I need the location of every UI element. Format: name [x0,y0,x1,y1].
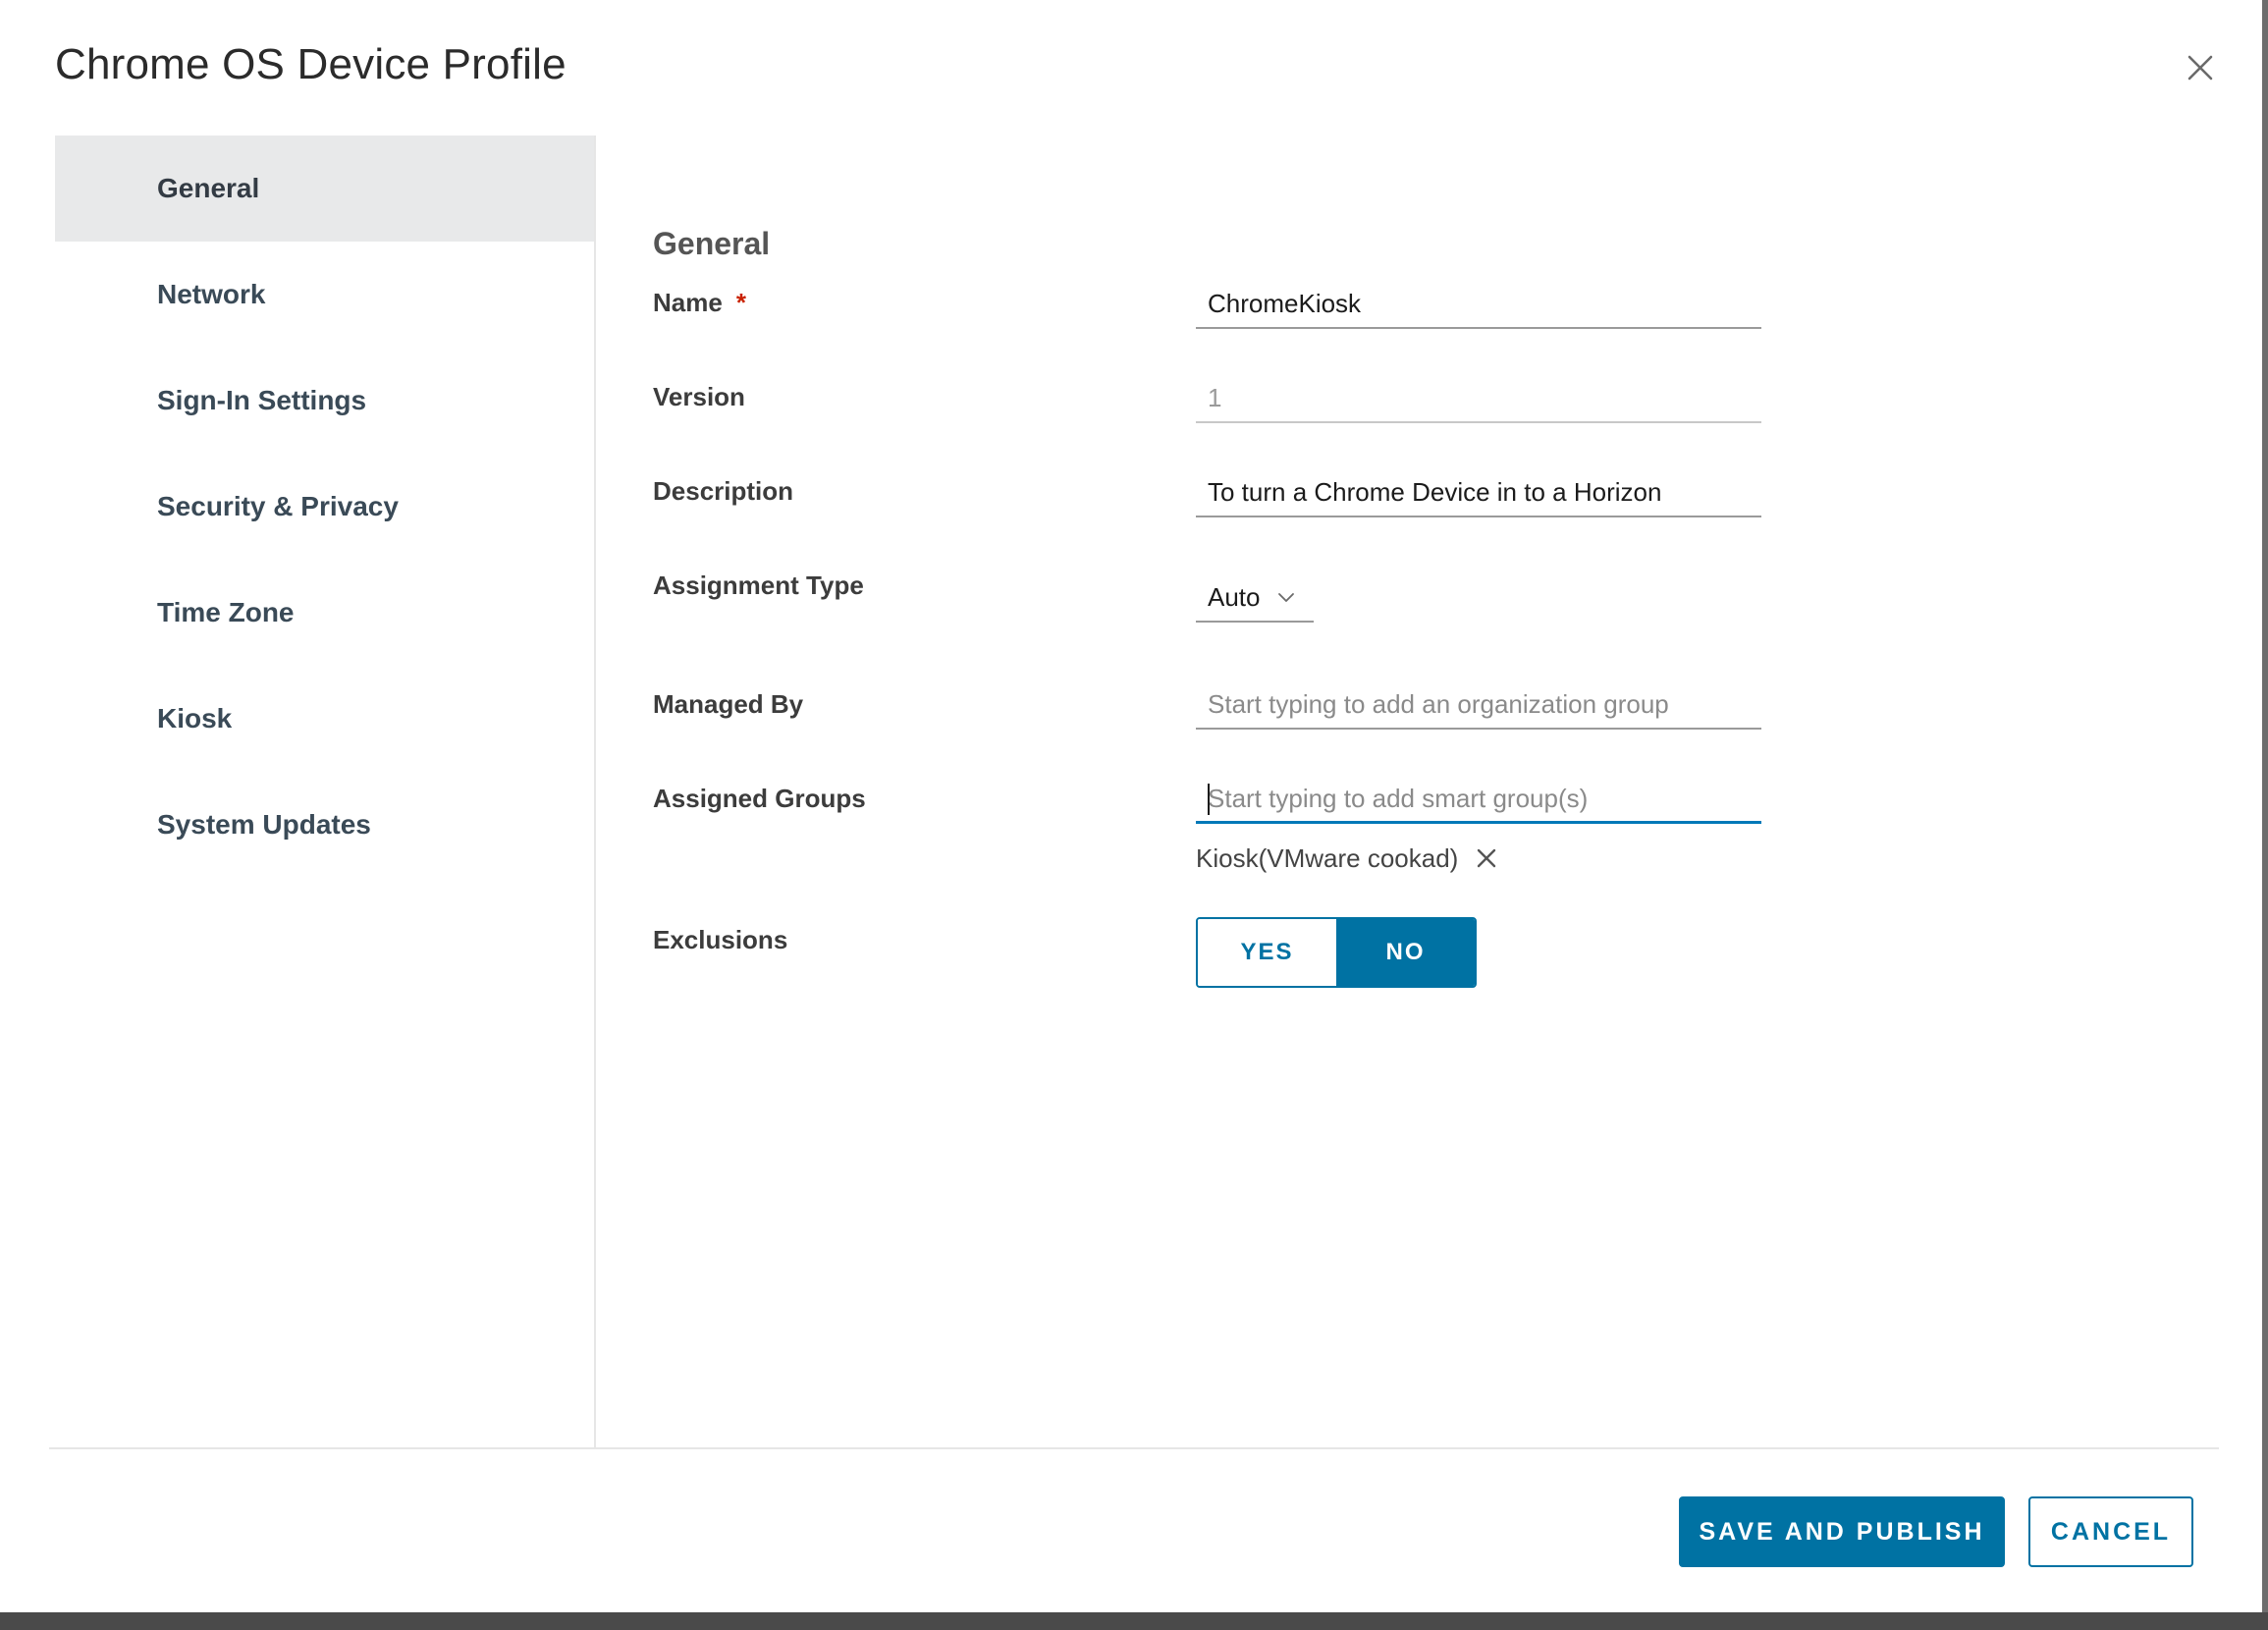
exclusions-label: Exclusions [653,925,788,954]
description-input[interactable] [1196,468,1761,516]
sidebar-item-time-zone[interactable]: Time Zone [55,560,595,666]
description-field [1196,468,1761,517]
exclusions-yes-button[interactable]: YES [1198,919,1336,986]
sidebar-item-system-updates[interactable]: System Updates [55,772,595,878]
sidebar-item-network[interactable]: Network [55,242,595,348]
close-button[interactable] [2180,47,2221,88]
sidebar-item-label: Time Zone [157,597,295,627]
sidebar-item-label: Network [157,279,266,309]
assigned-groups-field [1196,775,1761,824]
section-title: General [653,226,771,261]
sidebar-item-label: Sign-In Settings [157,385,367,415]
close-icon [1474,845,1499,871]
sidebar-item-label: Security & Privacy [157,491,399,521]
chevron-down-icon [1276,587,1296,607]
name-label: Name * [653,285,746,320]
managed-by-input[interactable] [1196,680,1761,728]
description-label: Description [653,476,794,506]
chip-label: Kiosk(VMware cookad) [1196,842,1459,873]
modal-backdrop [0,1612,2268,1630]
assigned-groups-label: Assigned Groups [653,784,866,813]
managed-by-field [1196,680,1761,730]
version-field [1196,374,1761,423]
exclusions-toggle: YES NO [1196,917,1477,988]
text-caret [1208,784,1210,815]
assignment-type-select[interactable]: Auto [1196,573,1314,623]
sidebar-item-label: System Updates [157,809,371,840]
sidebar-nav: General Network Sign-In Settings Securit… [55,136,595,878]
footer-divider [49,1447,2219,1449]
sidebar-item-kiosk[interactable]: Kiosk [55,666,595,772]
managed-by-label: Managed By [653,689,804,719]
sidebar-item-label: Kiosk [157,703,233,734]
version-label: Version [653,382,745,411]
sidebar-item-general[interactable]: General [55,136,595,242]
assigned-groups-input[interactable] [1196,775,1761,822]
exclusions-no-button[interactable]: NO [1336,919,1475,986]
sidebar-divider [594,136,596,1447]
sidebar-item-sign-in-settings[interactable]: Sign-In Settings [55,348,595,454]
assigned-group-chip: Kiosk(VMware cookad) [1196,841,1499,876]
version-input [1196,374,1761,421]
chip-remove-button[interactable] [1474,845,1499,871]
sidebar-item-label: General [157,173,260,203]
name-input[interactable] [1196,280,1761,327]
cancel-button[interactable]: CANCEL [2028,1496,2193,1567]
required-marker: * [735,288,746,317]
save-and-publish-button[interactable]: SAVE AND PUBLISH [1679,1496,2005,1567]
assignment-type-label: Assignment Type [653,570,864,600]
name-field [1196,280,1761,329]
window-edge [2262,0,2268,1630]
close-icon [2180,47,2221,88]
name-label-text: Name [653,288,723,317]
device-profile-dialog: Chrome OS Device Profile General Network… [0,0,2262,1612]
sidebar-item-security-privacy[interactable]: Security & Privacy [55,454,595,560]
dialog-title: Chrome OS Device Profile [55,40,567,88]
assignment-type-value: Auto [1208,581,1261,612]
